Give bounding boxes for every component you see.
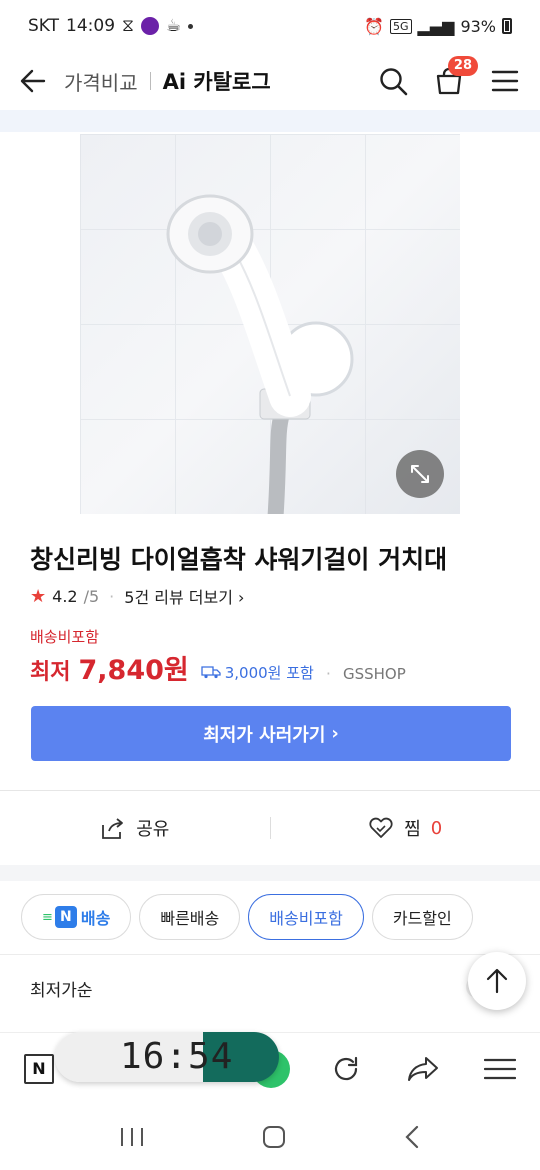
- chip-n-delivery[interactable]: ≡ N 배송: [21, 894, 132, 940]
- chip-fast-delivery[interactable]: 빠른배송: [139, 894, 241, 940]
- app-notification-icon: [140, 17, 159, 35]
- zzim-count: 0: [430, 817, 443, 839]
- chip-card-discount[interactable]: 카드할인: [371, 894, 473, 940]
- alarm-icon: ⏰: [364, 16, 384, 36]
- chip-label: 카드할인: [392, 909, 452, 928]
- rating-max: /5: [83, 586, 100, 606]
- zzim-button[interactable]: 찜 0: [271, 815, 540, 841]
- scroll-to-top-button[interactable]: [468, 952, 526, 1010]
- naver-home-button[interactable]: N: [24, 1053, 54, 1084]
- expand-image-button[interactable]: [396, 450, 444, 498]
- chevron-right-icon: ›: [331, 723, 339, 744]
- back-arrow-icon[interactable]: [20, 68, 46, 94]
- heart-icon: [369, 817, 393, 838]
- review-link[interactable]: 5건 리뷰 더보기 ›: [124, 584, 244, 608]
- review-link-label: 5건 리뷰 더보기: [124, 588, 233, 607]
- search-icon[interactable]: [378, 66, 408, 96]
- status-time: 14:09: [66, 16, 116, 36]
- share-icon: [102, 818, 124, 839]
- breadcrumb[interactable]: 가격비교: [64, 67, 138, 96]
- hamburger-icon[interactable]: [484, 1057, 516, 1081]
- buy-lowest-price-button[interactable]: 최저가 사러가기 ›: [31, 706, 511, 761]
- app-header: 가격비교 Ai 카탈로그 28: [0, 52, 540, 110]
- shipping-fee-info: 3,000원 포함: [201, 662, 314, 683]
- share-arrow-icon[interactable]: [406, 1054, 440, 1084]
- n-logo-icon: N: [54, 906, 77, 928]
- shipping-fee: 3,000원 포함: [224, 663, 314, 682]
- dot-separator: ·: [109, 586, 115, 606]
- buy-button-label: 최저가 사러가기: [203, 724, 326, 746]
- product-image[interactable]: [80, 134, 460, 514]
- hourglass-icon: ⧖: [122, 16, 134, 36]
- dot-separator: ·: [325, 664, 331, 683]
- back-icon[interactable]: [403, 1125, 421, 1149]
- breadcrumb-divider: [149, 72, 151, 90]
- action-row: 공유 찜 0: [0, 791, 540, 865]
- home-icon[interactable]: [262, 1125, 286, 1149]
- arrow-up-icon: [486, 968, 508, 994]
- rating-row: ★ 4.2 /5 · 5건 리뷰 더보기 ›: [30, 584, 244, 608]
- shop-name: GSSHOP: [342, 665, 406, 683]
- share-label: 공유: [136, 819, 170, 840]
- coffee-icon: ☕: [165, 16, 182, 36]
- filter-divider: [0, 954, 540, 955]
- speed-lines-icon: ≡: [42, 909, 53, 925]
- clock-time: 16:54: [120, 1036, 234, 1077]
- truck-icon: [201, 666, 221, 679]
- header-divider: [0, 110, 540, 132]
- filter-chips: ≡ N 배송 빠른배송 배송비포함 카드할인: [21, 894, 473, 940]
- section-band: [0, 865, 540, 881]
- zzim-label: 찜: [404, 819, 421, 840]
- carrier-label: SKT: [28, 16, 60, 36]
- sort-label[interactable]: 최저가순: [30, 976, 93, 1001]
- naver-n-label: N: [32, 1059, 46, 1078]
- lowest-price-label: 최저: [30, 660, 71, 685]
- chevron-right-icon: ›: [238, 588, 245, 607]
- product-title: 창신리빙 다이얼흡착 샤워기걸이 거치대: [30, 545, 448, 574]
- shipping-included-label: 배송비포함: [30, 628, 100, 646]
- rating-value: 4.2: [52, 586, 78, 606]
- recent-apps-icon[interactable]: [119, 1126, 145, 1148]
- more-notifications-icon: [188, 23, 194, 29]
- network-label: 5G: [389, 18, 412, 34]
- page-title: Ai 카탈로그: [162, 70, 271, 94]
- chip-label: 빠른배송: [160, 909, 220, 928]
- price-value: 7,840원: [78, 655, 189, 686]
- cart-button[interactable]: 28: [434, 56, 478, 96]
- chip-shipping-included[interactable]: 배송비포함: [248, 894, 364, 940]
- system-navigation: [0, 1104, 540, 1170]
- price-row: 최저 7,840원 3,000원 포함 · GSSHOP: [30, 648, 406, 687]
- expand-icon: [411, 465, 429, 483]
- refresh-icon[interactable]: [330, 1053, 362, 1085]
- status-bar: SKT 14:09 ⧖ ☕ ⏰ 5G ▂▄▆ 93%: [0, 0, 540, 52]
- battery-percent: 93%: [460, 16, 496, 36]
- menu-icon[interactable]: [490, 66, 520, 96]
- signal-icon: ▂▄▆: [417, 16, 455, 36]
- star-icon: ★: [30, 585, 47, 607]
- share-button[interactable]: 공유: [0, 815, 270, 841]
- cart-count-badge: 28: [447, 56, 478, 76]
- chip-label: 배송: [80, 909, 111, 928]
- chip-label: 배송비포함: [269, 909, 343, 928]
- battery-icon: [502, 18, 512, 34]
